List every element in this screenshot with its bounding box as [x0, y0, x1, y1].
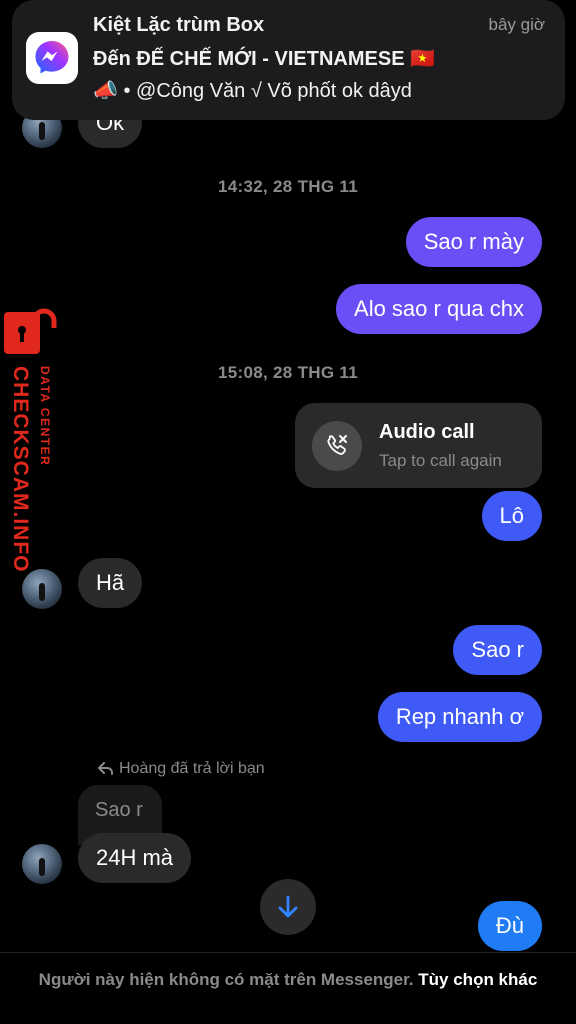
outgoing-message[interactable]: Lô [481, 491, 542, 541]
footer-notice: Người này hiện không có mặt trên Messeng… [20, 968, 556, 991]
messenger-icon [26, 32, 78, 84]
arrow-down-icon [278, 895, 298, 918]
timestamp: 15:08, 28 THG 11 [218, 363, 358, 382]
audio-call-card[interactable]: Audio call Tap to call again [295, 403, 542, 488]
footer-divider [0, 952, 576, 953]
lock-icon [4, 308, 57, 354]
outgoing-message[interactable]: Sao r mày [405, 217, 542, 267]
timestamp: 14:32, 28 THG 11 [218, 177, 358, 196]
outgoing-message[interactable]: Sao r [453, 625, 542, 675]
other-options-link[interactable]: Tùy chọn khác [418, 970, 537, 989]
reply-arrow-icon [98, 762, 113, 775]
reply-label-text: Hoàng đã trả lời bạn [119, 760, 265, 777]
watermark: CHECKSCAM.INFO DATA CENTER [2, 308, 62, 588]
watermark-main-text: CHECKSCAM.INFO [9, 366, 32, 573]
reply-indicator: Hoàng đã trả lời bạn [98, 760, 265, 778]
notification-subtitle: Đến ĐẾ CHẾ MỚI - VIETNAMESE 🇻🇳 [93, 48, 435, 70]
notification-body: 📣 • @Công Văn √ Võ phốt ok dâyd [93, 78, 412, 103]
outgoing-message[interactable]: Đù [477, 901, 542, 951]
footer-text: Người này hiện không có mặt trên Messeng… [38, 970, 414, 989]
watermark-sub-text: DATA CENTER [38, 366, 52, 467]
missed-call-icon [312, 421, 362, 471]
outgoing-message[interactable]: Rep nhanh ơ [377, 692, 542, 742]
scroll-to-bottom-button[interactable] [260, 879, 316, 935]
incoming-message[interactable]: 24H mà [78, 833, 192, 883]
notification-title: Kiệt Lặc trùm Box [93, 14, 265, 36]
notification-body-text: 📣 • @Công Văn √ Võ phốt ok dâyd [93, 80, 412, 102]
notification-banner[interactable]: Kiệt Lặc trùm Box bây giờ Đến ĐẾ CHẾ MỚI… [12, 0, 565, 120]
incoming-message[interactable]: Hã [78, 558, 143, 608]
call-title: Audio call [379, 421, 475, 443]
contact-avatar[interactable] [22, 844, 62, 884]
call-subtitle: Tap to call again [379, 451, 502, 470]
notification-time: bây giờ [488, 15, 545, 34]
outgoing-message[interactable]: Alo sao r qua chx [336, 284, 542, 334]
